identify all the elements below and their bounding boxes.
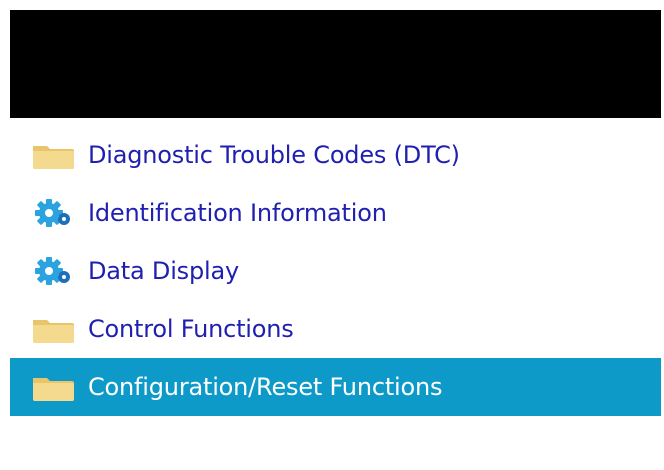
menu-item-configuration-reset[interactable]: Configuration/Reset Functions (10, 358, 661, 416)
menu-item-control-functions[interactable]: Control Functions (10, 300, 661, 358)
menu-item-data-display[interactable]: Data Display (10, 242, 661, 300)
menu-item-label: Data Display (88, 257, 239, 285)
menu-item-label: Control Functions (88, 315, 294, 343)
folder-icon (30, 138, 76, 172)
menu-item-label: Configuration/Reset Functions (88, 373, 443, 401)
function-menu: Diagnostic Trouble Codes (DTC) Identific… (10, 126, 661, 416)
folder-icon (30, 370, 76, 404)
folder-icon (30, 312, 76, 346)
screenshot-frame: Diagnostic Trouble Codes (DTC) Identific… (0, 0, 664, 470)
menu-item-dtc[interactable]: Diagnostic Trouble Codes (DTC) (10, 126, 661, 184)
gear-icon (30, 196, 76, 230)
menu-item-label: Diagnostic Trouble Codes (DTC) (88, 141, 460, 169)
header-bar (10, 10, 661, 118)
menu-item-label: Identification Information (88, 199, 387, 227)
menu-item-identification[interactable]: Identification Information (10, 184, 661, 242)
gear-icon (30, 254, 76, 288)
